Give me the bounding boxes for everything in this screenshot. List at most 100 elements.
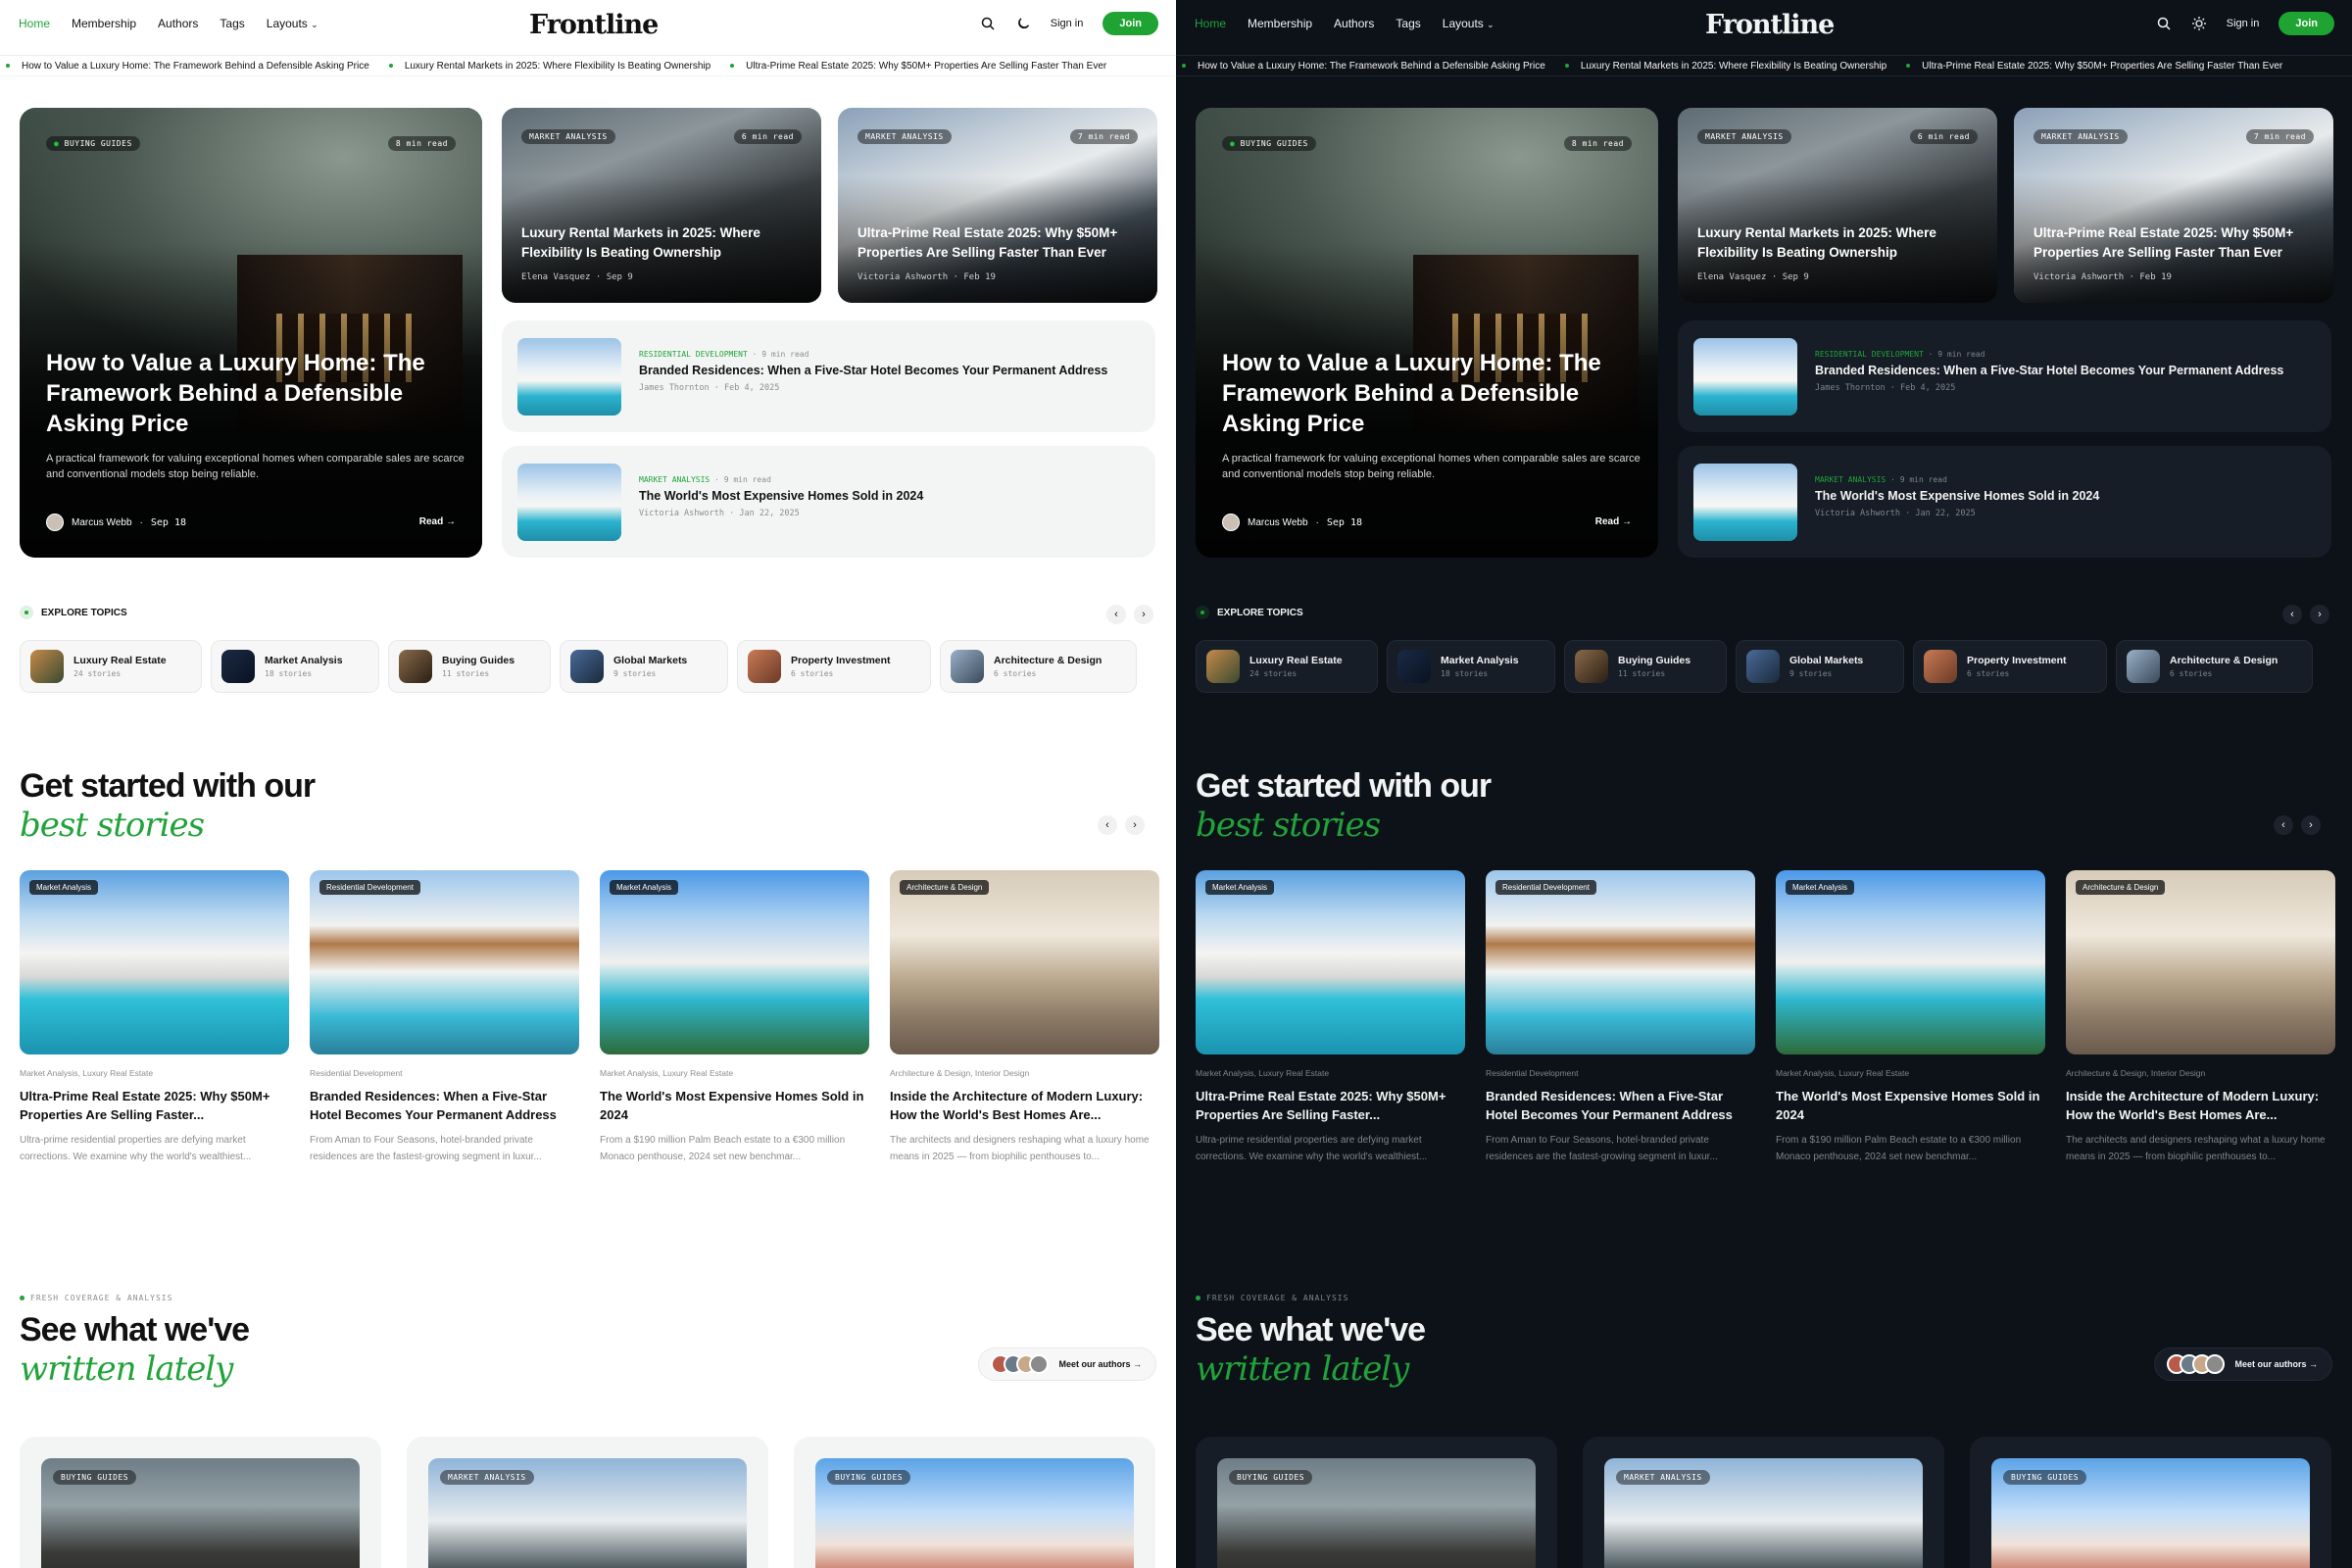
hero-author[interactable]: Marcus Webb — [72, 517, 132, 528]
topic-pill[interactable]: Property Investment 6 stories — [737, 640, 931, 693]
list-card[interactable]: RESIDENTIAL DEVELOPMENT · 9 min read Bra… — [502, 320, 1155, 432]
topic-pill[interactable]: Buying Guides 11 stories — [1564, 640, 1727, 693]
hero-title[interactable]: How to Value a Luxury Home: The Framewor… — [46, 348, 438, 439]
image-card[interactable]: MARKET ANALYSIS 6 min read Luxury Rental… — [1678, 108, 1997, 303]
latest-card[interactable]: BUYING GUIDES — [20, 1437, 381, 1568]
image-card[interactable]: MARKET ANALYSIS 7 min read Ultra-Prime R… — [2014, 108, 2333, 303]
card-title[interactable]: The World's Most Expensive Homes Sold in… — [1815, 489, 2099, 503]
chevron-right-icon[interactable]: › — [1125, 815, 1145, 835]
story-title[interactable]: The World's Most Expensive Homes Sold in… — [1776, 1087, 2045, 1124]
story-title[interactable]: The World's Most Expensive Homes Sold in… — [600, 1087, 869, 1124]
best-stories-grid: Market Analysis Market Analysis, Luxury … — [20, 870, 1159, 1165]
nav-home[interactable]: Home — [1195, 17, 1226, 30]
topic-pill[interactable]: Buying Guides 11 stories — [388, 640, 551, 693]
story-tag: Market Analysis — [29, 880, 99, 895]
chevron-left-icon[interactable]: ‹ — [1106, 605, 1126, 624]
signin-link[interactable]: Sign in — [1051, 18, 1084, 29]
card-category-badge: BUYING GUIDES — [827, 1470, 911, 1485]
meet-authors-button[interactable]: Meet our authors → — [978, 1348, 1156, 1381]
chevron-right-icon[interactable]: › — [1134, 605, 1153, 624]
ticker-item[interactable]: Luxury Rental Markets in 2025: Where Fle… — [1581, 61, 1886, 72]
chevron-right-icon[interactable]: › — [2310, 605, 2329, 624]
nav-layouts[interactable]: Layouts ⌄ — [1443, 17, 1494, 30]
ticker-item[interactable]: Ultra-Prime Real Estate 2025: Why $50M+ … — [746, 61, 1106, 72]
nav-membership[interactable]: Membership — [1248, 17, 1312, 30]
join-button[interactable]: Join — [2278, 12, 2334, 35]
ticker-item[interactable]: Luxury Rental Markets in 2025: Where Fle… — [405, 61, 710, 72]
card-title[interactable]: Luxury Rental Markets in 2025: Where Fle… — [1697, 223, 1982, 263]
topic-pill[interactable]: Property Investment 6 stories — [1913, 640, 2107, 693]
story-card[interactable]: Residential Development Residential Deve… — [1486, 870, 1755, 1165]
topic-pill[interactable]: Architecture & Design 6 stories — [940, 640, 1137, 693]
card-title[interactable]: Ultra-Prime Real Estate 2025: Why $50M+ … — [2034, 223, 2318, 263]
latest-card[interactable]: BUYING GUIDES — [1970, 1437, 2331, 1568]
nav-home[interactable]: Home — [19, 17, 50, 30]
story-card[interactable]: Market Analysis Market Analysis, Luxury … — [20, 870, 289, 1165]
latest-card[interactable]: BUYING GUIDES — [1196, 1437, 1557, 1568]
topic-pill[interactable]: Luxury Real Estate 24 stories — [20, 640, 202, 693]
topic-pill[interactable]: Market Analysis 18 stories — [211, 640, 379, 693]
search-icon[interactable] — [980, 16, 996, 31]
hero-author[interactable]: Marcus Webb — [1248, 517, 1308, 528]
list-card[interactable]: MARKET ANALYSIS · 9 min read The World's… — [1678, 446, 2331, 558]
story-card[interactable]: Residential Development Residential Deve… — [310, 870, 579, 1165]
story-title[interactable]: Inside the Architecture of Modern Luxury… — [2066, 1087, 2335, 1124]
signin-link[interactable]: Sign in — [2227, 18, 2260, 29]
topic-pill[interactable]: Market Analysis 18 stories — [1387, 640, 1555, 693]
card-title[interactable]: Ultra-Prime Real Estate 2025: Why $50M+ … — [858, 223, 1142, 263]
story-title[interactable]: Inside the Architecture of Modern Luxury… — [890, 1087, 1159, 1124]
story-categories: Market Analysis, Luxury Real Estate — [20, 1068, 154, 1078]
theme-toggle-icon[interactable] — [2191, 16, 2207, 31]
topic-pill[interactable]: Global Markets 9 stories — [1736, 640, 1904, 693]
chevron-left-icon[interactable]: ‹ — [1098, 815, 1117, 835]
topic-pill[interactable]: Luxury Real Estate 24 stories — [1196, 640, 1378, 693]
hero-title[interactable]: How to Value a Luxury Home: The Framewor… — [1222, 348, 1614, 439]
card-title[interactable]: Branded Residences: When a Five-Star Hot… — [1815, 364, 2283, 377]
news-ticker: How to Value a Luxury Home: The Framewor… — [0, 55, 1176, 76]
hero-card[interactable]: ● BUYING GUIDES 8 min read How to Value … — [20, 108, 482, 558]
story-title[interactable]: Branded Residences: When a Five-Star Hot… — [1486, 1087, 1755, 1124]
latest-card[interactable]: MARKET ANALYSIS — [1583, 1437, 1944, 1568]
ticker-item[interactable]: Ultra-Prime Real Estate 2025: Why $50M+ … — [1922, 61, 2282, 72]
list-card[interactable]: MARKET ANALYSIS · 9 min read The World's… — [502, 446, 1155, 558]
story-card[interactable]: Market Analysis Market Analysis, Luxury … — [1196, 870, 1465, 1165]
nav-authors[interactable]: Authors — [1334, 17, 1374, 30]
hero-card[interactable]: ● BUYING GUIDES 8 min read How to Value … — [1196, 108, 1658, 558]
site-logo[interactable]: Frontline — [529, 10, 659, 40]
story-title[interactable]: Branded Residences: When a Five-Star Hot… — [310, 1087, 579, 1124]
story-card[interactable]: Market Analysis Market Analysis, Luxury … — [1776, 870, 2045, 1165]
theme-toggle-icon[interactable] — [1015, 16, 1031, 31]
story-title[interactable]: Ultra-Prime Real Estate 2025: Why $50M+ … — [1196, 1087, 1465, 1124]
list-card[interactable]: RESIDENTIAL DEVELOPMENT · 9 min read Bra… — [1678, 320, 2331, 432]
card-title[interactable]: Luxury Rental Markets in 2025: Where Fle… — [521, 223, 806, 263]
topic-pill[interactable]: Global Markets 9 stories — [560, 640, 728, 693]
ticker-item[interactable]: How to Value a Luxury Home: The Framewor… — [22, 61, 369, 72]
story-card[interactable]: Architecture & Design Architecture & Des… — [2066, 870, 2335, 1165]
nav-authors[interactable]: Authors — [158, 17, 198, 30]
topic-pill[interactable]: Architecture & Design 6 stories — [2116, 640, 2313, 693]
image-card[interactable]: MARKET ANALYSIS 7 min read Ultra-Prime R… — [838, 108, 1157, 303]
story-card[interactable]: Architecture & Design Architecture & Des… — [890, 870, 1159, 1165]
nav-membership[interactable]: Membership — [72, 17, 136, 30]
meet-authors-button[interactable]: Meet our authors → — [2154, 1348, 2332, 1381]
chevron-left-icon[interactable]: ‹ — [2282, 605, 2302, 624]
card-title[interactable]: The World's Most Expensive Homes Sold in… — [639, 489, 923, 503]
image-card[interactable]: MARKET ANALYSIS 6 min read Luxury Rental… — [502, 108, 821, 303]
latest-card[interactable]: MARKET ANALYSIS — [407, 1437, 768, 1568]
nav-tags[interactable]: Tags — [220, 17, 244, 30]
chevron-left-icon[interactable]: ‹ — [2274, 815, 2293, 835]
search-icon[interactable] — [2156, 16, 2172, 31]
chevron-right-icon[interactable]: › — [2301, 815, 2321, 835]
hero-read-link[interactable]: Read → — [1595, 516, 1632, 527]
story-card[interactable]: Market Analysis Market Analysis, Luxury … — [600, 870, 869, 1165]
story-title[interactable]: Ultra-Prime Real Estate 2025: Why $50M+ … — [20, 1087, 289, 1124]
site-logo[interactable]: Frontline — [1705, 10, 1835, 40]
hero-read-link[interactable]: Read → — [419, 516, 456, 527]
nav-layouts[interactable]: Layouts ⌄ — [267, 17, 318, 30]
nav-tags[interactable]: Tags — [1396, 17, 1420, 30]
card-title[interactable]: Branded Residences: When a Five-Star Hot… — [639, 364, 1107, 377]
join-button[interactable]: Join — [1102, 12, 1158, 35]
ticker-item[interactable]: How to Value a Luxury Home: The Framewor… — [1198, 61, 1545, 72]
latest-card[interactable]: BUYING GUIDES — [794, 1437, 1155, 1568]
story-image: Residential Development — [310, 870, 579, 1054]
